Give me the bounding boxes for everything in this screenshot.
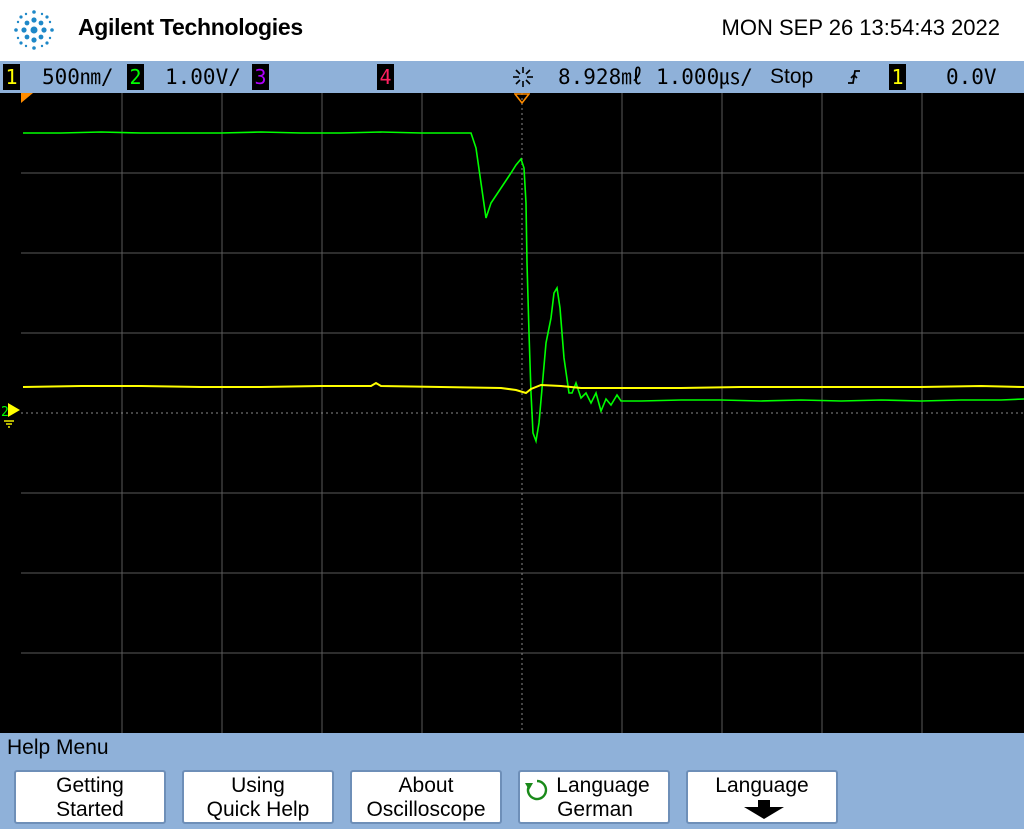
- channel-2-badge[interactable]: 2: [127, 64, 144, 90]
- softkey-label: Quick Help: [206, 798, 310, 821]
- menu-title: Help Menu: [7, 736, 109, 759]
- language-submenu-button[interactable]: Language: [686, 770, 838, 824]
- softkey-label: Oscilloscope: [366, 798, 486, 821]
- channel-ground-marker-icon[interactable]: 2: [0, 395, 21, 429]
- trigger-position-marker-icon: [514, 93, 530, 105]
- time-delay[interactable]: 8.928㎖: [558, 61, 642, 93]
- rising-edge-trigger-icon: [848, 70, 860, 84]
- header: Agilent Technologies MON SEP 26 13:54:43…: [0, 0, 1024, 61]
- time-base[interactable]: 1.000㎲/: [656, 61, 753, 93]
- graticule-center-axes: [21, 93, 1024, 733]
- softkey-label: About: [398, 774, 454, 797]
- softkey-label: Started: [56, 798, 124, 821]
- run-state[interactable]: Stop: [770, 61, 813, 93]
- channel-1-trace: [22, 381, 1024, 395]
- trigger-source-badge[interactable]: 1: [889, 64, 906, 90]
- help-menu-bar: Help Menu Getting Started Using Quick He…: [0, 733, 1024, 829]
- language-german-button[interactable]: Language German: [518, 770, 670, 824]
- channel-1-scale[interactable]: 500㎚/: [42, 61, 114, 93]
- about-oscilloscope-button[interactable]: About Oscilloscope: [350, 770, 502, 824]
- trigger-level[interactable]: 0.0V: [946, 61, 997, 93]
- softkey-label: Getting: [56, 774, 124, 797]
- svg-text:2: 2: [1, 405, 9, 420]
- agilent-spark-logo-icon: [14, 10, 54, 50]
- channel-4-badge[interactable]: 4: [377, 64, 394, 90]
- left-time-marker-icon: [21, 93, 33, 103]
- brand-name: Agilent Technologies: [78, 14, 303, 40]
- refresh-cycle-icon: [525, 779, 548, 801]
- channel-2-trace: [23, 131, 1024, 445]
- channel-2-scale[interactable]: 1.00V/: [165, 61, 241, 93]
- softkey-label: Language: [715, 774, 809, 797]
- date-time: MON SEP 26 13:54:43 2022: [721, 15, 1000, 40]
- softkey-label: Using: [231, 774, 285, 797]
- status-bar: 1 500㎚/ 2 1.00V/ 3 4 8.928㎖ 1.000㎲/ Stop…: [0, 61, 1024, 93]
- getting-started-button[interactable]: Getting Started: [14, 770, 166, 824]
- waveform-plot: [21, 93, 1024, 733]
- using-quick-help-button[interactable]: Using Quick Help: [182, 770, 334, 824]
- submenu-down-arrow-icon: [744, 800, 784, 819]
- horizontal-position-icon: [513, 67, 533, 87]
- channel-3-badge[interactable]: 3: [252, 64, 269, 90]
- channel-1-badge[interactable]: 1: [3, 64, 20, 90]
